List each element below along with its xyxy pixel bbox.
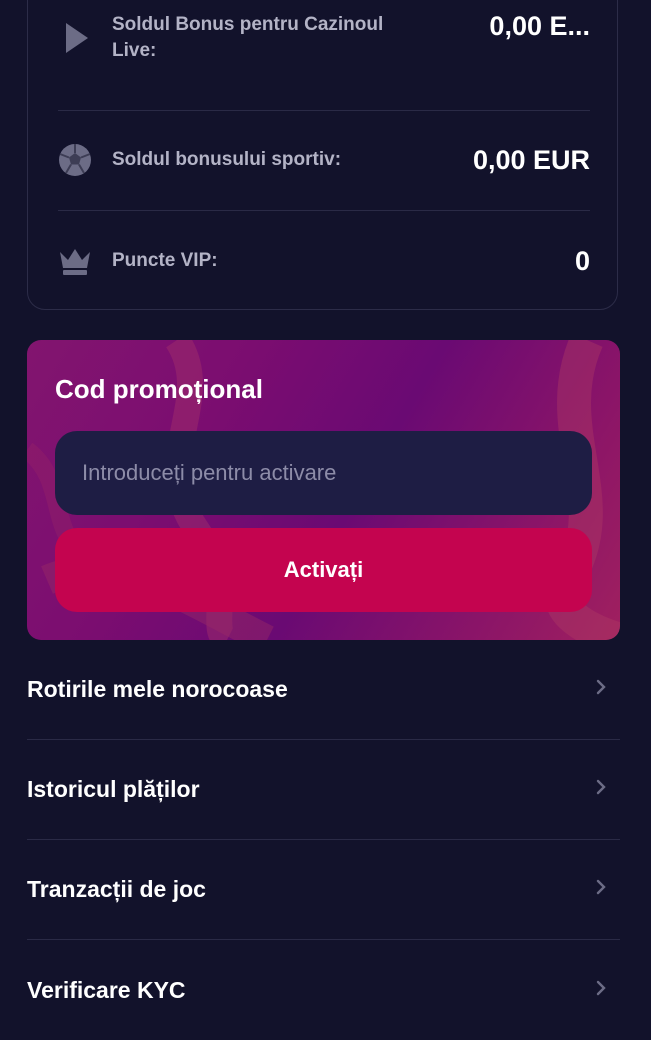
menu-item-label: Istoricul plăților xyxy=(27,776,200,802)
crown-icon xyxy=(58,244,92,278)
menu-item-game-transactions[interactable]: Tranzacții de joc xyxy=(27,840,620,940)
menu-item-label: Verificare KYC xyxy=(27,976,186,1003)
play-icon xyxy=(58,21,92,55)
menu-item-payment-history[interactable]: Istoricul plăților xyxy=(27,740,620,840)
promo-title: Cod promoțional xyxy=(55,374,263,404)
vip-points-row: Puncte VIP: 0 xyxy=(58,244,590,278)
soccer-ball-icon xyxy=(58,143,92,177)
menu-item-label: Rotirile mele norocoase xyxy=(27,676,288,702)
vip-points-value: 0 xyxy=(574,245,590,276)
sports-bonus-value: 0,00 EUR xyxy=(472,144,590,175)
sports-bonus-row: Soldul bonusului sportiv: 0,00 EUR xyxy=(58,143,590,177)
sports-bonus-label: Soldul bonusului sportiv: xyxy=(112,149,342,170)
menu-item-kyc-verification[interactable]: Verificare KYC xyxy=(27,940,620,1040)
chevron-right-icon xyxy=(596,980,606,1001)
promo-code-input[interactable] xyxy=(55,431,592,515)
chevron-right-icon xyxy=(596,679,606,700)
menu-item-lucky-spins[interactable]: Rotirile mele norocoase xyxy=(27,640,620,740)
promo-code-panel: Cod promoțional Activați xyxy=(27,340,620,640)
live-casino-bonus-row: Soldul Bonus pentru Cazinoul Live: 0,00 E… xyxy=(58,10,590,64)
divider xyxy=(58,110,590,111)
menu-item-label: Tranzacții de joc xyxy=(27,876,206,902)
chevron-right-icon xyxy=(596,879,606,900)
activate-button[interactable]: Activați xyxy=(55,528,592,612)
vip-points-label: Puncte VIP: xyxy=(112,250,218,271)
chevron-right-icon xyxy=(596,779,606,800)
live-casino-bonus-value: 0,00 E... xyxy=(489,10,590,41)
divider xyxy=(58,210,590,211)
live-casino-bonus-label: Soldul Bonus pentru Cazinoul Live: xyxy=(112,14,384,61)
